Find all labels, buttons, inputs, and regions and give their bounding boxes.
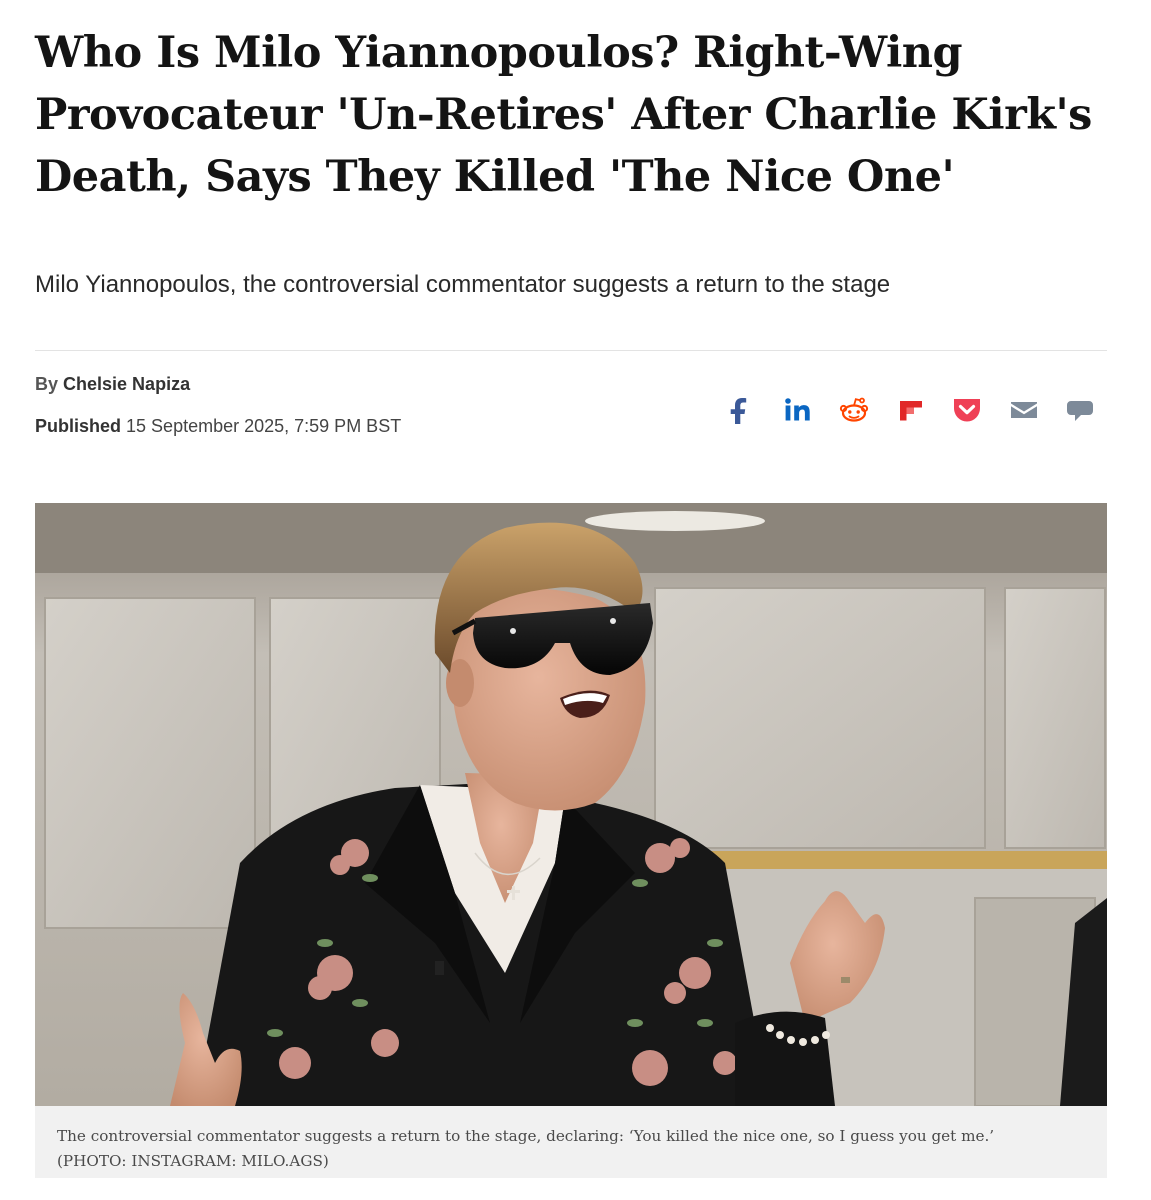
article-headline: Who Is Milo Yiannopoulos? Right-Wing Pro… — [35, 28, 1092, 202]
byline: By Chelsie Napiza — [35, 372, 190, 396]
comments-button[interactable] — [1063, 393, 1097, 427]
flipboard-icon — [899, 401, 922, 421]
published-label: Published — [35, 416, 122, 436]
share-linkedin-button[interactable] — [781, 393, 815, 427]
email-icon — [1010, 402, 1037, 418]
share-flipboard-button[interactable] — [894, 393, 928, 427]
facebook-icon — [730, 398, 747, 424]
share-bar — [724, 392, 1097, 428]
author-link[interactable]: Chelsie Napiza — [63, 374, 190, 394]
image-credit: (PHOTO: INSTAGRAM: MILO.AGS) — [57, 1152, 329, 1170]
hero-photo — [35, 503, 1107, 1106]
share-reddit-button[interactable] — [837, 393, 871, 427]
share-facebook-button[interactable] — [724, 393, 758, 427]
publish-info: Published 15 September 2025, 7:59 PM BST — [35, 414, 401, 438]
reddit-icon — [839, 397, 869, 422]
share-pocket-button[interactable] — [950, 393, 984, 427]
divider — [35, 350, 1107, 351]
article-standfirst: Milo Yiannopoulos, the controversial com… — [35, 271, 891, 298]
share-email-button[interactable] — [1007, 393, 1041, 427]
pocket-icon — [954, 399, 980, 422]
linkedin-icon — [784, 398, 810, 421]
image-caption: The controversial commentator suggests a… — [57, 1127, 995, 1145]
published-date: 15 September 2025, 7:59 PM BST — [126, 416, 402, 436]
comment-icon — [1067, 401, 1093, 421]
byline-prefix: By — [35, 374, 59, 394]
